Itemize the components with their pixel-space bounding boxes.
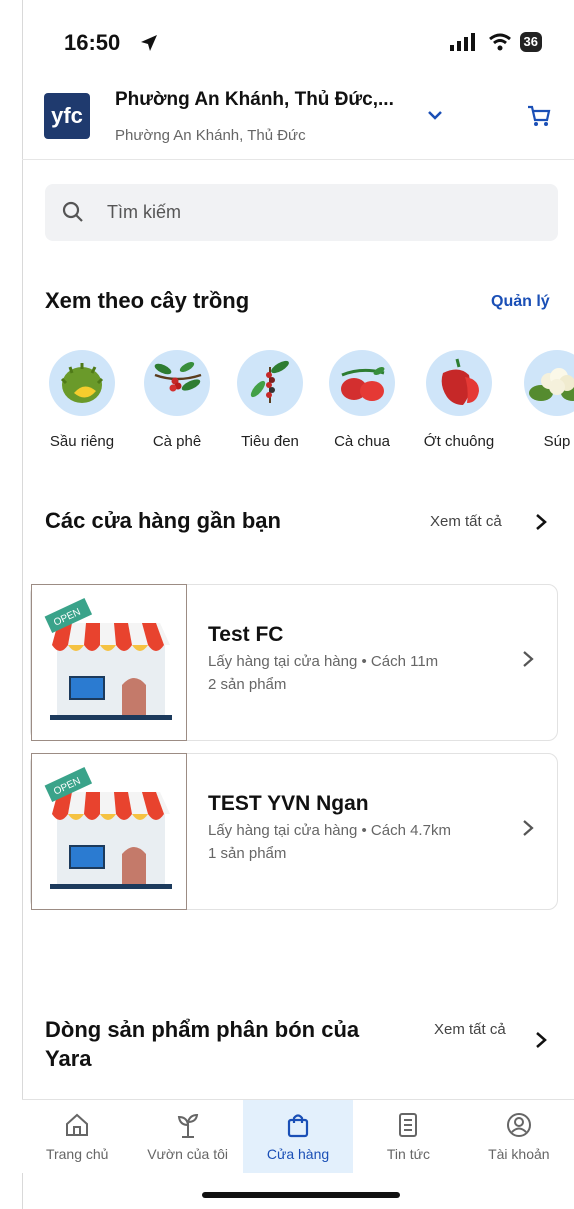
crop-item-pepper[interactable]: Tiêu đen: [230, 350, 310, 450]
bottom-tab-bar: Trang chủ Vườn của tôi Cửa hàng Tin tức …: [22, 1099, 574, 1173]
tab-label: Vườn của tôi: [147, 1146, 229, 1162]
search-icon: [62, 201, 83, 222]
crop-label: Súp: [543, 433, 571, 450]
crop-label: Sầu riêng: [49, 433, 115, 450]
account-icon: [506, 1113, 531, 1137]
battery-indicator: 36: [519, 32, 542, 52]
app-logo: yfc: [44, 93, 90, 139]
location-arrow-icon: [141, 35, 157, 51]
crop-item-durian[interactable]: Sầu riêng: [42, 350, 122, 450]
home-icon: [66, 1113, 89, 1136]
tab-news[interactable]: Tin tức: [353, 1100, 463, 1173]
bell-pepper-icon: [426, 350, 492, 416]
tab-home[interactable]: Trang chủ: [22, 1100, 132, 1173]
durian-icon: [49, 350, 115, 416]
tab-account[interactable]: Tài khoản: [464, 1100, 574, 1173]
crop-item-tomato[interactable]: Cà chua: [322, 350, 402, 450]
tab-label: Trang chủ: [45, 1146, 109, 1162]
cauliflower-icon: [524, 350, 574, 416]
status-time: 16:50: [64, 30, 121, 55]
crop-label: Cà phê: [152, 433, 202, 450]
search-input[interactable]: Tìm kiếm: [45, 184, 558, 241]
coffee-plant-icon: [144, 350, 210, 416]
tab-label: Tài khoản: [488, 1146, 550, 1162]
search-placeholder: Tìm kiếm: [107, 202, 181, 222]
crop-label: Ớt chuông: [423, 433, 495, 450]
chevron-right-icon[interactable]: [533, 1030, 549, 1050]
store-image: OPEN: [31, 584, 187, 741]
yara-see-all-link[interactable]: Xem tất cả: [434, 1020, 514, 1040]
crop-label: Tiêu đen: [241, 433, 299, 450]
shopping-bag-icon: [287, 1114, 309, 1138]
address-subtitle: Phường An Khánh, Thủ Đức: [115, 127, 306, 144]
crops-section-title: Xem theo cây trồng: [45, 288, 250, 313]
yara-section-title: Dòng sản phẩm phân bón của Yara: [45, 1017, 360, 1071]
crop-item-coffee[interactable]: Cà phê: [137, 350, 217, 450]
location-header[interactable]: yfc Phường An Khánh, Thủ Đức,... Phường …: [22, 82, 574, 160]
store-product-count: 2 sản phẩm: [208, 676, 287, 693]
cart-icon[interactable]: [525, 102, 553, 130]
wifi-icon: [488, 33, 511, 51]
crop-item-cauliflower[interactable]: Súp: [517, 350, 574, 450]
address-title[interactable]: Phường An Khánh, Thủ Đức,...: [115, 89, 394, 111]
store-meta: Lấy hàng tại cửa hàng • Cách 11m: [208, 653, 439, 670]
crop-item-bell-pepper[interactable]: Ớt chuông: [419, 350, 499, 450]
tomato-icon: [329, 350, 395, 416]
stores-see-all-link[interactable]: Xem tất cả: [430, 513, 502, 530]
store-card-test-yvn-ngan[interactable]: OPEN TEST YVN Ngan Lấy hàng tại cửa hàng…: [30, 753, 558, 910]
black-pepper-icon: [237, 350, 303, 416]
store-meta: Lấy hàng tại cửa hàng • Cách 4.7km: [208, 822, 451, 839]
home-indicator: [202, 1192, 400, 1198]
store-name: Test FC: [208, 623, 284, 646]
store-product-count: 1 sản phẩm: [208, 845, 287, 862]
tab-label: Tin tức: [386, 1146, 430, 1162]
status-indicators: 36: [449, 32, 542, 52]
store-image: OPEN: [31, 753, 187, 910]
store-card-test-fc[interactable]: OPEN Test FC Lấy hàng tại cửa hàng • Các…: [30, 584, 558, 741]
news-icon: [399, 1113, 418, 1137]
stores-section-title: Các cửa hàng gần bạn: [45, 508, 281, 533]
tab-my-garden[interactable]: Vườn của tôi: [132, 1100, 242, 1173]
crop-label: Cà chua: [334, 433, 390, 450]
chevron-down-icon[interactable]: [424, 104, 446, 126]
chevron-right-icon: [523, 651, 534, 667]
tab-store[interactable]: Cửa hàng: [242, 1100, 354, 1173]
plant-icon: [177, 1113, 198, 1138]
tab-label: Cửa hàng: [266, 1146, 330, 1162]
chevron-right-icon[interactable]: [533, 512, 549, 532]
chevron-right-icon: [523, 820, 534, 836]
signal-icon: [449, 33, 475, 51]
status-bar: 16:50 36: [44, 30, 554, 60]
store-name: TEST YVN Ngan: [208, 792, 369, 815]
manage-crops-link[interactable]: Quản lý: [491, 293, 550, 311]
